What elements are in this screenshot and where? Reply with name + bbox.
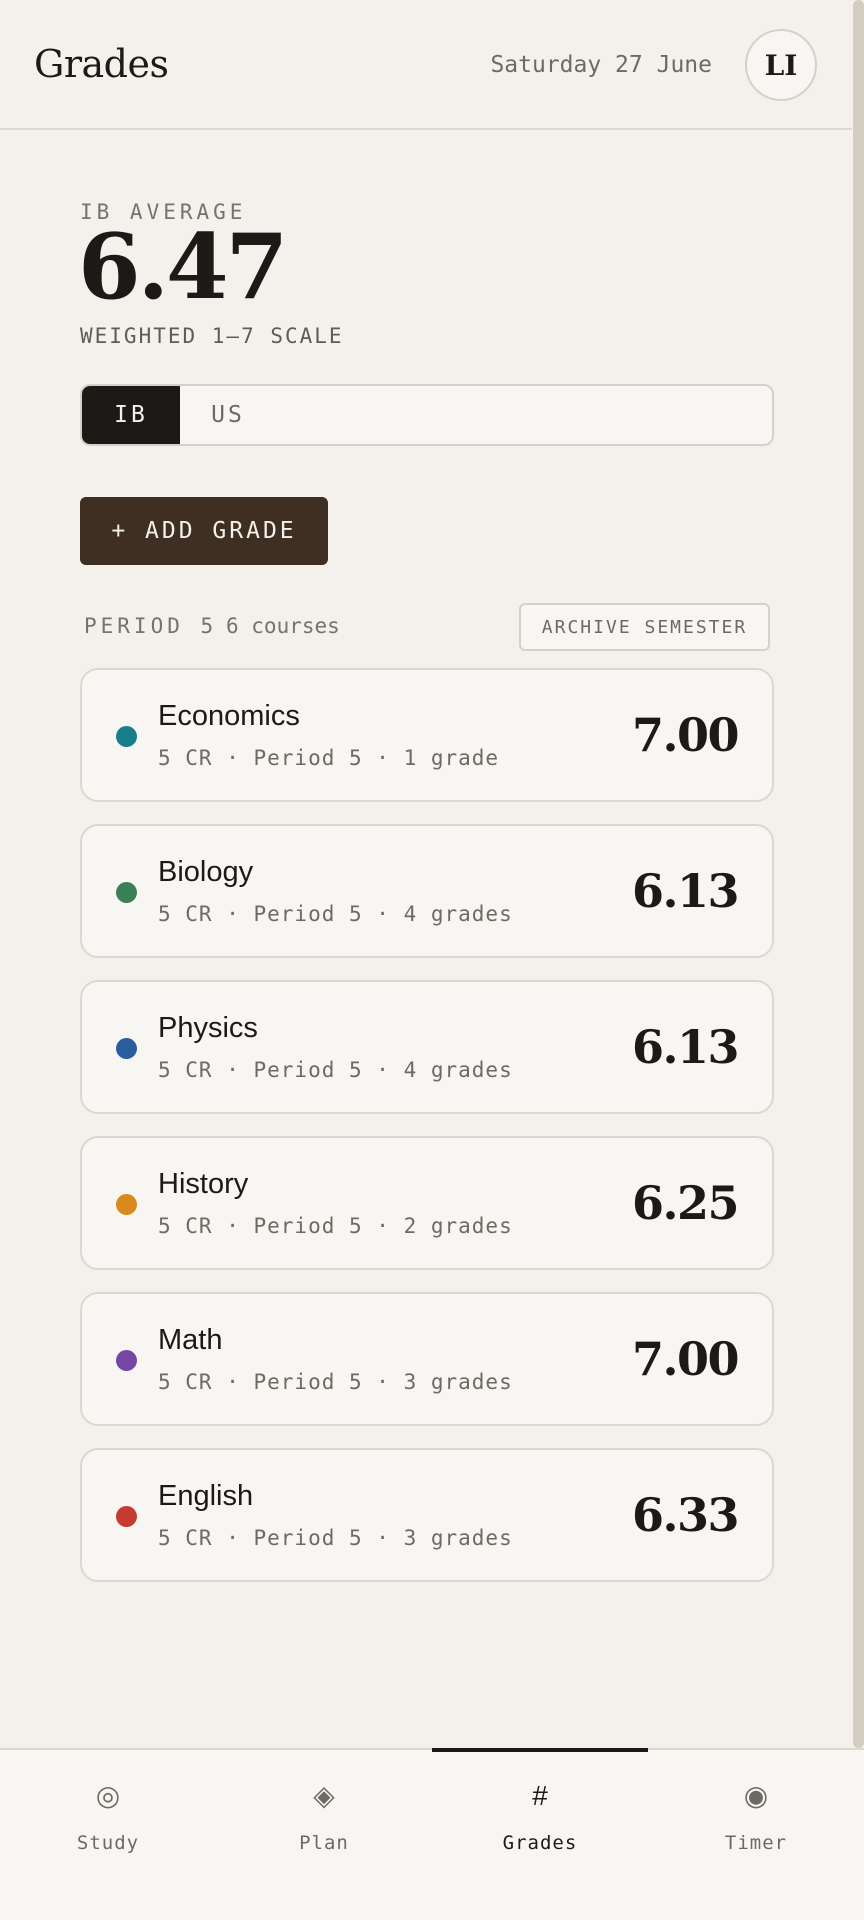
nav-tab-plan[interactable]: ◈ Plan — [216, 1750, 432, 1920]
scale-toggle: IB US — [80, 384, 774, 446]
course-color-dot — [116, 882, 137, 903]
course-meta: 5 CR · Period 5 · 1 grade — [158, 746, 500, 770]
nav-tab-timer[interactable]: ◉ Timer — [648, 1750, 864, 1920]
period-label: PERIOD 5 — [84, 614, 218, 638]
average-value: 6.47 — [78, 214, 288, 320]
course-grade: 7.00 — [631, 708, 740, 762]
course-grade: 6.13 — [631, 1020, 740, 1074]
scale-option-us[interactable]: US — [180, 386, 276, 444]
course-color-dot — [116, 1350, 137, 1371]
nav-label: Plan — [299, 1832, 349, 1854]
archive-semester-button[interactable]: ARCHIVE SEMESTER — [519, 603, 770, 651]
course-name: Biology — [158, 856, 254, 888]
avatar[interactable]: LI — [745, 29, 817, 101]
hash-icon: # — [532, 1780, 548, 1811]
course-name: Math — [158, 1324, 223, 1356]
course-name: Economics — [158, 700, 300, 732]
target-icon: ◎ — [95, 1780, 121, 1811]
average-scale-note: WEIGHTED 1–7 SCALE — [80, 324, 344, 348]
add-grade-button[interactable]: + ADD GRADE — [80, 497, 328, 565]
scrollbar[interactable] — [853, 0, 864, 1748]
course-name: English — [158, 1480, 254, 1512]
course-card[interactable]: Economics 5 CR · Period 5 · 1 grade 7.00 — [80, 668, 774, 802]
course-count: 6 courses — [226, 614, 340, 638]
course-card[interactable]: English 5 CR · Period 5 · 3 grades 6.33 — [80, 1448, 774, 1582]
course-card[interactable]: Math 5 CR · Period 5 · 3 grades 7.00 — [80, 1292, 774, 1426]
current-date: Saturday 27 June — [490, 52, 712, 78]
bottom-nav: ◎ Study ◈ Plan # Grades ◉ Timer — [0, 1748, 864, 1920]
course-color-dot — [116, 726, 137, 747]
page-title: Grades — [34, 42, 169, 86]
grades-screen: Grades Saturday 27 June LI IB AVERAGE 6.… — [0, 0, 864, 1920]
course-name: History — [158, 1168, 249, 1200]
course-grade: 6.33 — [631, 1488, 740, 1542]
course-card[interactable]: Physics 5 CR · Period 5 · 4 grades 6.13 — [80, 980, 774, 1114]
course-color-dot — [116, 1038, 137, 1059]
course-meta: 5 CR · Period 5 · 2 grades — [158, 1214, 513, 1238]
scale-option-ib[interactable]: IB — [82, 386, 180, 444]
nav-label: Grades — [502, 1832, 578, 1854]
course-grade: 7.00 — [631, 1332, 740, 1386]
course-list: Economics 5 CR · Period 5 · 1 grade 7.00… — [80, 668, 774, 1604]
course-meta: 5 CR · Period 5 · 4 grades — [158, 902, 513, 926]
nav-tab-study[interactable]: ◎ Study — [0, 1750, 216, 1920]
course-meta: 5 CR · Period 5 · 3 grades — [158, 1370, 513, 1394]
header: Grades Saturday 27 June LI — [0, 0, 852, 130]
course-card[interactable]: History 5 CR · Period 5 · 2 grades 6.25 — [80, 1136, 774, 1270]
course-color-dot — [116, 1506, 137, 1527]
course-meta: 5 CR · Period 5 · 3 grades — [158, 1526, 513, 1550]
nav-label: Timer — [724, 1832, 788, 1854]
course-grade: 6.13 — [631, 864, 740, 918]
nav-label: Study — [76, 1832, 140, 1854]
course-card[interactable]: Biology 5 CR · Period 5 · 4 grades 6.13 — [80, 824, 774, 958]
course-meta: 5 CR · Period 5 · 4 grades — [158, 1058, 513, 1082]
dot-circle-icon: ◉ — [743, 1780, 769, 1811]
nav-tab-grades[interactable]: # Grades — [432, 1748, 648, 1920]
course-color-dot — [116, 1194, 137, 1215]
course-name: Physics — [158, 1012, 258, 1044]
course-grade: 6.25 — [631, 1176, 740, 1230]
diamond-icon: ◈ — [313, 1780, 335, 1811]
